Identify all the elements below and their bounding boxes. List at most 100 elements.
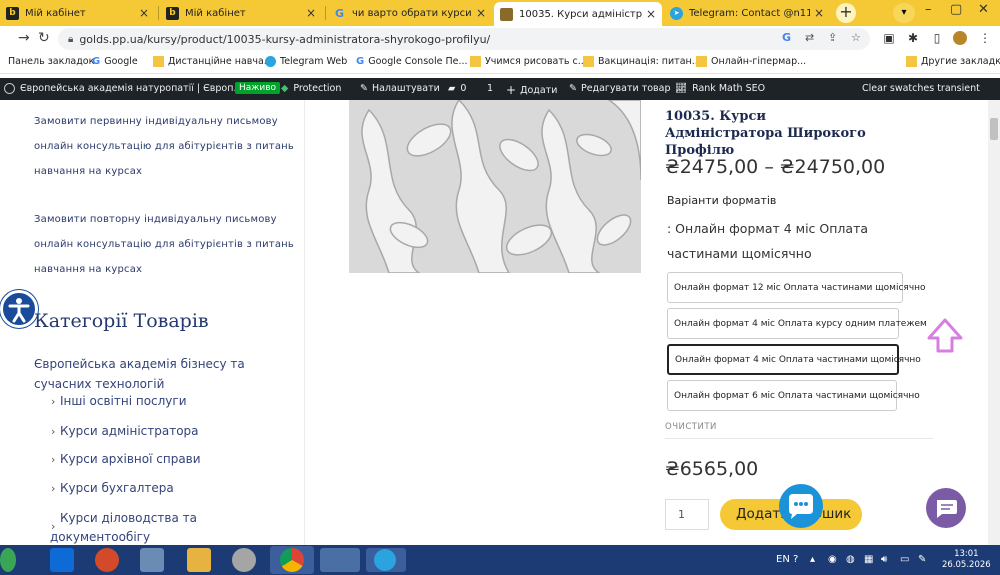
wordpress-icon [4, 83, 15, 94]
wp-customize[interactable]: ✎ Налаштувати [360, 83, 440, 94]
image-viewer-icon[interactable] [320, 548, 360, 572]
share-icon[interactable]: ⇪ [828, 31, 837, 44]
comment-icon: ▰ [448, 83, 456, 94]
pen-icon[interactable]: ✎ [918, 554, 926, 565]
wp-site-menu[interactable]: Європейська академія натуропатії | Європ… [4, 83, 243, 94]
bookmark-telegram[interactable]: Telegram Web [265, 56, 347, 67]
consult-link-primary[interactable]: Замовити первинну індивідуальну письмову… [34, 116, 294, 191]
category-other-services[interactable]: Інші освітні послуги [60, 394, 187, 408]
bookmark-distance-learning[interactable]: Дистанційне навча... [153, 56, 273, 67]
rank-math-icon: 📈︎ [675, 83, 688, 94]
close-icon[interactable]: × [814, 6, 824, 20]
forward-arrow-icon[interactable]: → [18, 30, 30, 46]
quantity-input[interactable]: 1 [665, 499, 709, 530]
wp-rank-math[interactable]: 📈︎ Rank Math SEO [675, 83, 765, 94]
wp-add-new[interactable]: + Додати [506, 83, 557, 97]
messenger-button[interactable] [926, 488, 966, 528]
variant-option-6m-monthly[interactable]: Онлайн формат 6 міс Оплата частинами щом… [667, 380, 920, 411]
damask-pattern [349, 100, 641, 273]
wp-comments[interactable]: ▰ 0 [448, 83, 466, 94]
bookmark-google-console[interactable]: G Google Console Пе... [356, 56, 468, 67]
scrollbar-thumb[interactable] [990, 118, 998, 140]
puzzle-icon[interactable]: ✱ [906, 31, 920, 45]
tab-label: 10035. Курси адміністратора [519, 8, 642, 20]
ccleaner-icon[interactable] [95, 548, 119, 572]
consult-link-repeat[interactable]: Замовити повторну індивідуальну письмову… [34, 214, 294, 289]
wp-protection[interactable]: ◆ Protection [281, 83, 341, 94]
reload-icon[interactable]: ↻ [38, 30, 50, 46]
chevron-right-icon: › [51, 453, 56, 466]
translate-icon[interactable]: ⇄ [805, 31, 814, 44]
product-title: 10035. Курси Адміністратора Широкого Про… [665, 109, 866, 158]
wp-clear-swatches[interactable]: Clear swatches transient [862, 83, 980, 94]
variant-option-4m-single[interactable]: Онлайн формат 4 міс Оплата курсу одним п… [667, 308, 927, 339]
accessibility-button[interactable] [0, 290, 38, 328]
google-translate-icon[interactable]: G [782, 31, 791, 44]
maximize-icon[interactable]: ▢ [950, 2, 962, 17]
chat-widget-button[interactable] [779, 484, 823, 528]
close-icon[interactable]: × [306, 6, 316, 20]
brush-icon: ✎ [360, 83, 368, 94]
wp-edit-product[interactable]: ✎ Редагувати товар [569, 83, 671, 94]
browser-toolbar: → ↻ 🔒︎ golds.pp.ua/kursy/product/10035-k… [0, 26, 1000, 52]
chrome-taskbar-button[interactable] [270, 546, 314, 574]
bookmark-vaccination[interactable]: Вакцинація: питан... [583, 56, 701, 67]
selected-variant-text: : Онлайн формат 4 міс Оплата частинами щ… [667, 221, 869, 261]
scroll-to-top-button[interactable] [925, 316, 965, 356]
tab-my-cabinet-2[interactable]: b Мій кабінет × [160, 2, 322, 24]
divider [665, 438, 933, 439]
address-bar[interactable]: 🔒︎ golds.pp.ua/kursy/product/10035-kursy… [58, 28, 870, 50]
telegram-icon [265, 56, 276, 67]
telegram-taskbar-button[interactable] [366, 548, 406, 572]
bookmark-drawing[interactable]: Учимся рисовать с... [470, 56, 587, 67]
variant-option-12m-monthly[interactable]: Онлайн формат 12 міс Оплата частинами що… [667, 272, 926, 303]
network-icon[interactable]: ▦ [864, 554, 873, 565]
page-scrollbar[interactable] [988, 100, 1000, 545]
lock-icon: 🔒︎ [68, 33, 74, 45]
tab-google-search[interactable]: G чи варто обрати курси архів × [327, 2, 492, 24]
close-icon[interactable]: × [476, 6, 486, 20]
dropbox-icon[interactable] [50, 548, 74, 572]
product-image[interactable] [349, 100, 641, 273]
minimize-icon[interactable]: – [925, 2, 932, 17]
price-range: ₴2475,00 – ₴24750,00 [665, 156, 886, 178]
chrome-tray-icon[interactable]: ◉ [828, 554, 837, 565]
tab-search-button[interactable]: ▾ [893, 3, 915, 23]
bookmark-google[interactable]: G Google [92, 56, 138, 67]
bookmark-other[interactable]: Другие закладки [906, 56, 1000, 67]
clear-variants-link[interactable]: ОЧИСТИТИ [665, 422, 717, 432]
media-player-icon[interactable] [232, 548, 256, 572]
tab-telegram[interactable]: ➤ Telegram: Contact @n111222 × [664, 2, 830, 24]
tray-chevron-icon[interactable]: ▴ [810, 554, 815, 565]
display-icon[interactable]: ▭ [900, 554, 909, 565]
category-top[interactable]: Європейська академія бізнесу та сучасних… [34, 354, 245, 394]
extension-icon[interactable]: ▣ [882, 31, 896, 45]
category-records[interactable]: Курси діловодства та документообігу [50, 509, 197, 545]
app-tray-icon[interactable]: ◍ [846, 554, 855, 565]
window-close-icon[interactable]: ✕ [978, 2, 989, 17]
bookmark-panel[interactable]: Панель закладок [8, 56, 94, 67]
sidepanel-icon[interactable]: ▯ [930, 31, 944, 45]
file-explorer-icon[interactable] [187, 548, 211, 572]
bookmark-star-icon[interactable]: ☆ [851, 31, 861, 44]
new-tab-button[interactable]: + [836, 3, 856, 23]
calculator-icon[interactable] [140, 548, 164, 572]
menu-kebab-icon[interactable]: ⋮ [978, 31, 992, 45]
tab-product-active[interactable]: 10035. Курси адміністратора × [494, 2, 662, 26]
close-icon[interactable]: × [139, 6, 149, 20]
start-icon[interactable] [0, 548, 16, 572]
category-accountant[interactable]: Курси бухгалтера [60, 481, 174, 495]
close-icon[interactable]: × [646, 7, 656, 21]
profile-avatar[interactable] [953, 31, 967, 45]
wp-updates[interactable]: 1 [487, 83, 493, 94]
volume-icon[interactable]: 🔊︎ [881, 554, 887, 565]
system-clock[interactable]: 13:01 26.05.2026 [942, 549, 991, 571]
variant-price: ₴6565,00 [665, 458, 759, 480]
bookmark-hypermarket[interactable]: Онлайн-гіпермар... [696, 56, 806, 67]
help-icon[interactable]: ? [793, 554, 798, 565]
category-archive[interactable]: Курси архівної справи [60, 452, 201, 466]
category-admin[interactable]: Курси адміністратора [60, 424, 199, 438]
variant-option-4m-monthly[interactable]: Онлайн формат 4 міс Оплата частинами щом… [667, 344, 921, 375]
language-indicator[interactable]: EN [776, 554, 790, 565]
tab-my-cabinet-1[interactable]: b Мій кабінет × [0, 2, 155, 24]
